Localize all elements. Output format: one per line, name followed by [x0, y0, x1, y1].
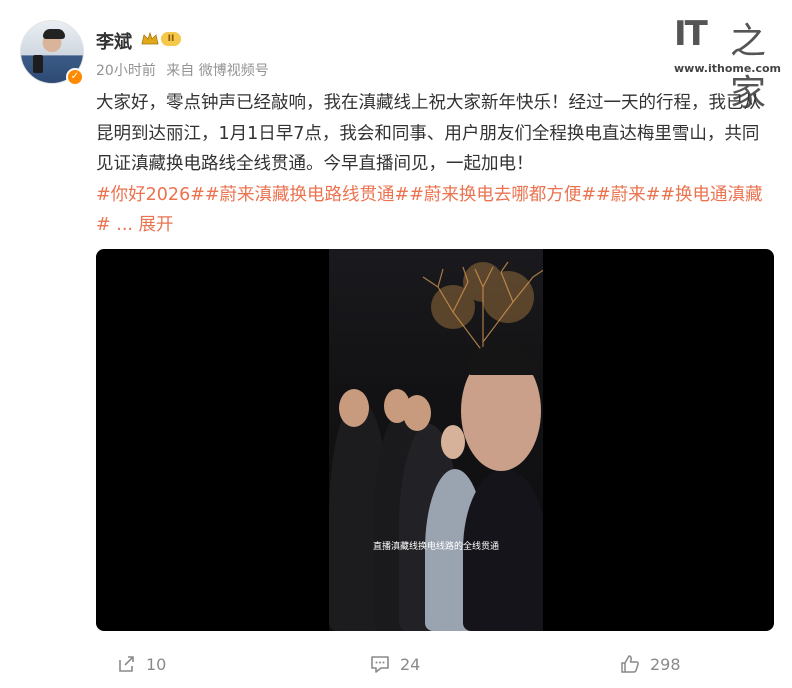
crown-icon: [141, 31, 159, 45]
expand-link[interactable]: ... 展开: [116, 215, 173, 235]
post-text: 大家好，零点钟声已经敲响，我在滇藏线上祝大家新年快乐！经过一天的行程，我已从昆明…: [96, 88, 766, 241]
person-face: [403, 395, 431, 431]
logo-it: IT: [674, 14, 708, 54]
comment-icon: [371, 656, 389, 673]
vip-level: II: [161, 32, 181, 46]
action-bar: 10 24 298: [0, 650, 792, 680]
logo-url: www.ithome.com: [674, 62, 782, 75]
like-count: 298: [650, 654, 681, 674]
comment-count: 24: [400, 654, 421, 674]
share-icon: [119, 656, 134, 672]
post-meta: 20小时前 来自 微博视频号: [96, 60, 275, 80]
like-button[interactable]: 298: [620, 654, 681, 674]
vip-badge[interactable]: II: [141, 30, 185, 48]
presenter-hair: [467, 345, 539, 375]
avatar-phone: [33, 55, 43, 73]
post-source: 来自 微博视频号: [166, 63, 269, 79]
comment-button[interactable]: 24: [370, 654, 420, 674]
video-frame: 直播滇藏线换电线路的全线贯通: [329, 249, 543, 631]
like-icon: [621, 655, 639, 673]
video-caption: 直播滇藏线换电线路的全线贯通: [372, 542, 499, 552]
post-hashtags[interactable]: #你好2026##蔚来滇藏换电路线贯通##蔚来换电去哪都方便##蔚来##换电通滇…: [96, 185, 763, 236]
username[interactable]: 李斌: [96, 28, 132, 54]
ithome-logo: IT 之家 www.ithome.com: [674, 14, 784, 114]
post-body: 大家好，零点钟声已经敲响，我在滇藏线上祝大家新年快乐！经过一天的行程，我已从昆明…: [96, 93, 761, 174]
share-count: 10: [146, 654, 167, 674]
share-button[interactable]: 10: [116, 654, 166, 674]
person-face: [441, 425, 465, 459]
post-time[interactable]: 20小时前: [96, 63, 156, 79]
video-player[interactable]: 直播滇藏线换电线路的全线贯通: [96, 249, 774, 631]
verified-icon: ✓: [66, 68, 84, 86]
avatar-hair: [43, 29, 65, 39]
person-face: [339, 389, 369, 427]
